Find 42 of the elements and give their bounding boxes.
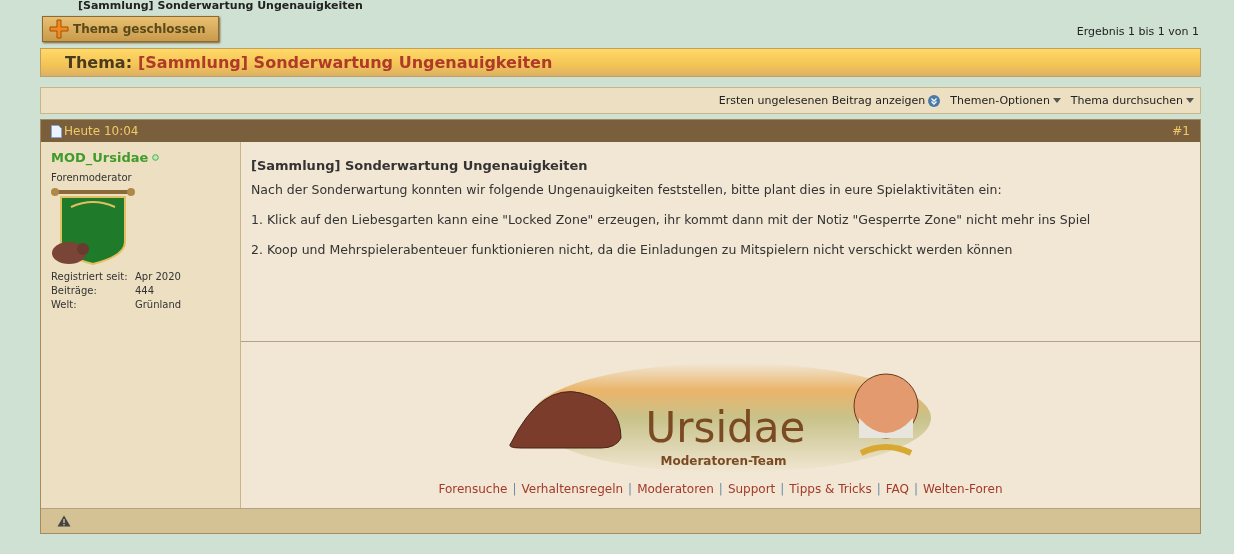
dropdown-menu-button[interactable]: Thema durchsuchen <box>1070 94 1194 107</box>
signature-link[interactable]: Welten-Foren <box>923 482 1003 496</box>
detail-label: Beiträge: <box>51 285 98 296</box>
link-separator: | <box>780 482 785 496</box>
post-paragraph: 1. Klick auf den Liebesgarten kann eine "Locked Zone" erzeugen, ihr kommt dann mit der Notiz "Gesperrte Zone" nicht mehr ins Spiel <box>251 212 1092 227</box>
author-rank: Forenmoderator <box>51 172 133 183</box>
plus-icon <box>49 19 69 39</box>
breadcrumb-text[interactable]: [Sammlung] Sonderwartung Ungenauigkeiten <box>40 0 1201 12</box>
post-paragraph: 2. Koop und Mehrspielerabenteuer funktionieren nicht, da die Einladungen zu Mitspielern nicht verschickt werden können <box>251 242 1014 257</box>
link-separator: | <box>914 482 919 496</box>
signature-link[interactable]: Tipps & Tricks <box>789 482 872 496</box>
banner-subtitle: Moderatoren-Team <box>660 454 787 468</box>
link-separator: | <box>876 482 881 496</box>
banner-title: Ursidae <box>645 406 806 450</box>
detail-label: Welt: <box>51 299 78 310</box>
caret-icon <box>1186 98 1194 103</box>
double-chevron-icon <box>928 94 941 107</box>
pagination-text: Ergebnis 1 bis 1 von 1 <box>1076 25 1200 40</box>
link-separator: | <box>512 482 517 496</box>
signature-link[interactable]: Forensuche <box>438 482 508 496</box>
post-date: Heute 10:04 <box>64 124 139 138</box>
first-unread-link[interactable]: Ersten ungelesenen Beitrag anzeigen <box>718 94 941 107</box>
detail-value: 444 <box>135 285 156 296</box>
caret-icon <box>1052 98 1061 103</box>
signature-link[interactable]: FAQ <box>885 482 910 496</box>
document-icon <box>51 124 62 138</box>
post-number[interactable]: #1 <box>1172 124 1190 138</box>
signature-link[interactable]: Verhaltensregeln <box>521 482 624 496</box>
warning-icon[interactable] <box>57 515 71 527</box>
thread-title: [Sammlung] Sonderwartung Ungenauigkeiten <box>138 53 553 72</box>
thread-closed-button[interactable]: Thema geschlossen <box>42 16 219 42</box>
post-paragraph: Nach der Sonderwartung konnten wir folgende Ungenauigkeiten feststellen, bitte plant dies in eure Spielaktivitäten ein: <box>251 182 1003 197</box>
detail-label: Registriert seit: <box>51 271 129 282</box>
thread-label: Thema: <box>65 53 133 72</box>
link-separator: | <box>718 482 723 496</box>
detail-value: Apr 2020 <box>135 271 182 282</box>
link-separator: | <box>628 482 633 496</box>
signature-link[interactable]: Support <box>727 482 776 496</box>
post-title: [Sammlung] Sonderwartung Ungenauigkeiten <box>251 158 589 173</box>
signature-link[interactable]: Moderatoren <box>637 482 714 496</box>
detail-value: Grünland <box>135 299 183 310</box>
dropdown-menu-button[interactable]: Themen-Optionen <box>950 94 1061 107</box>
